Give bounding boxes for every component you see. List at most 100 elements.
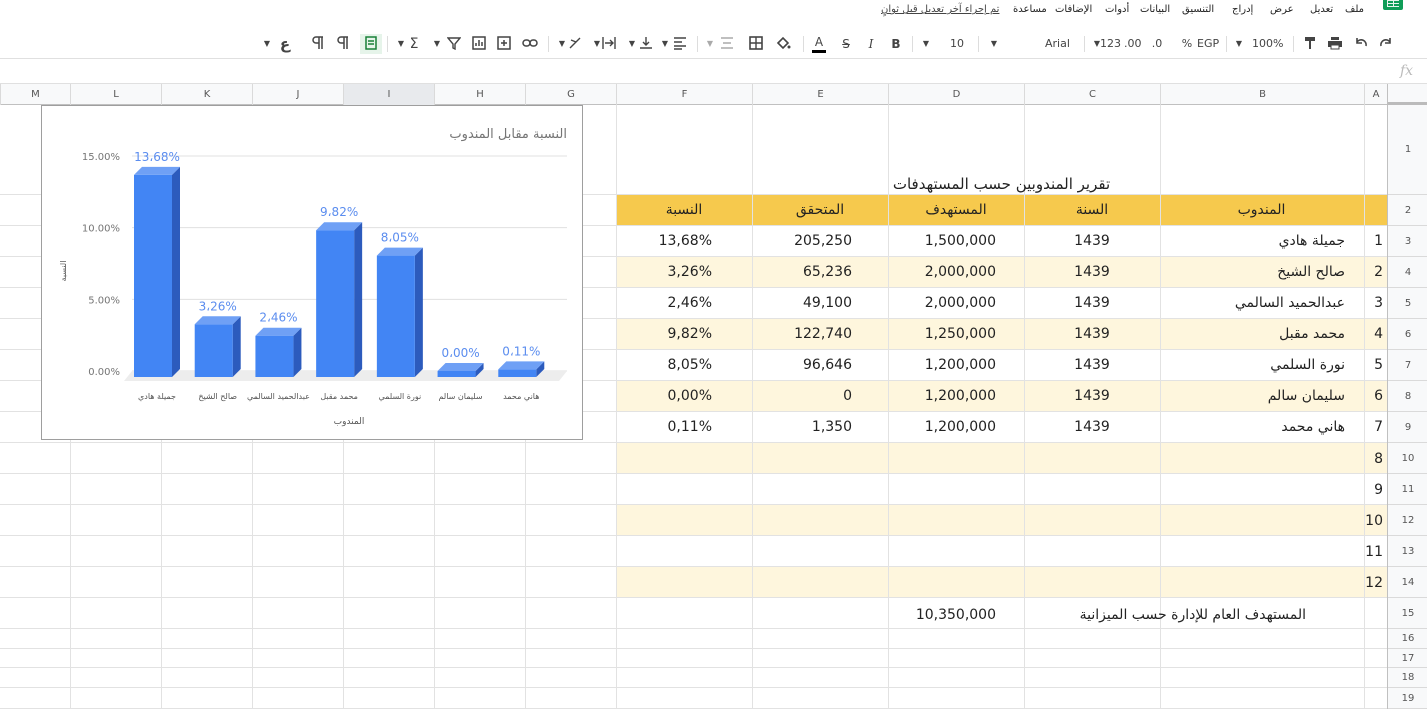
select-all-corner[interactable] xyxy=(1387,84,1427,105)
menu-edit[interactable]: تعديل xyxy=(1310,4,1333,15)
cell-achieved[interactable]: 65,236 xyxy=(752,264,852,280)
ltr-text-icon[interactable] xyxy=(336,34,350,54)
report-title[interactable]: تقرير المندوبين حسب المستهدفات xyxy=(616,175,1387,193)
column-header-L[interactable]: L xyxy=(70,84,161,105)
column-header-B[interactable]: B xyxy=(1160,84,1364,105)
functions-chevron-down-icon[interactable]: ▼ xyxy=(394,34,408,54)
fill-color-icon[interactable] xyxy=(775,34,791,54)
cell-ratio[interactable]: 2,46% xyxy=(616,295,712,311)
row-header-18[interactable]: 18 xyxy=(1388,668,1427,688)
text-wrap-chevron-down-icon[interactable]: ▼ xyxy=(590,34,604,54)
font-family-select[interactable]: Arial xyxy=(1045,34,1070,54)
cell-achieved[interactable]: 0 xyxy=(752,388,852,404)
last-edit-link[interactable]: تم إجراء آخر تعديل قبل ثوانٍ xyxy=(881,4,999,15)
cell-target[interactable]: 1,200,000 xyxy=(888,419,996,435)
row-header-17[interactable]: 17 xyxy=(1388,649,1427,668)
zoom-select[interactable]: 100% xyxy=(1252,34,1283,54)
row-header-12[interactable]: 12 xyxy=(1388,505,1427,536)
total-label[interactable]: المستهدف العام للإدارة حسب الميزانية xyxy=(1060,607,1306,623)
column-header-H[interactable]: H xyxy=(434,84,525,105)
cell-achieved[interactable]: 205,250 xyxy=(752,233,852,249)
cell-year[interactable]: 1439 xyxy=(1024,357,1160,373)
menu-addons[interactable]: الإضافات xyxy=(1055,4,1092,15)
italic-button[interactable]: I xyxy=(864,34,878,54)
cell-year[interactable]: 1439 xyxy=(1024,233,1160,249)
merge-cells-icon[interactable] xyxy=(720,34,734,54)
cell-target[interactable]: 1,500,000 xyxy=(888,233,996,249)
increase-decimal-button[interactable]: .00 xyxy=(1124,34,1142,54)
row-header-8[interactable]: 8 xyxy=(1388,381,1427,412)
cell-year[interactable]: 1439 xyxy=(1024,326,1160,342)
column-header-M[interactable]: M xyxy=(0,84,70,105)
merge-chevron-down-icon[interactable]: ▼ xyxy=(703,34,717,54)
cell-rep[interactable]: صالح الشيخ xyxy=(1160,264,1345,280)
row-number[interactable]: 9 xyxy=(1364,482,1383,498)
menu-format[interactable]: التنسيق xyxy=(1182,4,1214,15)
horizontal-align-icon[interactable] xyxy=(673,34,687,54)
column-header-D[interactable]: D xyxy=(888,84,1024,105)
total-value[interactable]: 10,350,000 xyxy=(888,607,996,623)
redo-icon[interactable] xyxy=(1378,34,1394,54)
column-header-E[interactable]: E xyxy=(752,84,888,105)
row-header-6[interactable]: 6 xyxy=(1388,319,1427,350)
cell-target[interactable]: 1,250,000 xyxy=(888,326,996,342)
input-tools-chevron-down-icon[interactable]: ▼ xyxy=(260,34,274,54)
row-number[interactable]: 11 xyxy=(1364,544,1383,560)
menu-tools[interactable]: أدوات xyxy=(1105,4,1129,15)
cell-rep[interactable]: محمد مقبل xyxy=(1160,326,1345,342)
paint-format-icon[interactable] xyxy=(1303,34,1317,54)
cell-achieved[interactable]: 49,100 xyxy=(752,295,852,311)
cell-achieved[interactable]: 122,740 xyxy=(752,326,852,342)
cell-rep[interactable]: عبدالحميد السالمي xyxy=(1160,295,1345,311)
cell-ratio[interactable]: 0,11% xyxy=(616,419,712,435)
row-number[interactable]: 12 xyxy=(1364,575,1383,591)
cell-target[interactable]: 2,000,000 xyxy=(888,264,996,280)
currency-format-button[interactable]: EGP xyxy=(1197,34,1219,54)
row-number[interactable]: 6 xyxy=(1364,388,1383,404)
row-header-4[interactable]: 4 xyxy=(1388,257,1427,288)
cell-ratio[interactable]: 8,05% xyxy=(616,357,712,373)
bold-button[interactable]: B xyxy=(889,34,903,54)
print-icon[interactable] xyxy=(1327,34,1343,54)
row-number[interactable]: 5 xyxy=(1364,357,1383,373)
formula-input[interactable] xyxy=(0,62,1390,82)
header-target[interactable]: المستهدف xyxy=(888,202,1024,218)
zoom-chevron-down-icon[interactable]: ▼ xyxy=(1232,34,1246,54)
row-header-2[interactable]: 2 xyxy=(1388,195,1427,226)
sheets-logo-icon[interactable] xyxy=(1383,0,1403,10)
column-header-K[interactable]: K xyxy=(161,84,252,105)
vertical-align-icon[interactable] xyxy=(639,34,653,54)
cell-rep[interactable]: جميلة هادي xyxy=(1160,233,1345,249)
font-size-chevron-down-icon[interactable]: ▼ xyxy=(919,34,933,54)
menu-data[interactable]: البيانات xyxy=(1140,4,1170,15)
cell-target[interactable]: 1,200,000 xyxy=(888,357,996,373)
row-header-10[interactable]: 10 xyxy=(1388,443,1427,474)
font-size-select[interactable]: 10 xyxy=(950,34,964,54)
vertical-align-chevron-down-icon[interactable]: ▼ xyxy=(625,34,639,54)
insert-chart-icon[interactable] xyxy=(472,34,486,54)
filter-chevron-down-icon[interactable]: ▼ xyxy=(430,34,444,54)
input-tools-button[interactable]: ع xyxy=(278,34,292,54)
row-header-13[interactable]: 13 xyxy=(1388,536,1427,567)
row-header-11[interactable]: 11 xyxy=(1388,474,1427,505)
column-header-A[interactable]: A xyxy=(1364,84,1387,105)
horizontal-align-chevron-down-icon[interactable]: ▼ xyxy=(658,34,672,54)
row-header-16[interactable]: 16 xyxy=(1388,629,1427,649)
percent-format-button[interactable]: % xyxy=(1180,34,1194,54)
cell-ratio[interactable]: 0,00% xyxy=(616,388,712,404)
cell-year[interactable]: 1439 xyxy=(1024,388,1160,404)
row-header-3[interactable]: 3 xyxy=(1388,226,1427,257)
column-header-G[interactable]: G xyxy=(525,84,616,105)
column-header-F[interactable]: F xyxy=(616,84,752,105)
row-number[interactable]: 8 xyxy=(1364,451,1383,467)
menu-file[interactable]: ملف xyxy=(1345,4,1364,15)
text-color-button[interactable]: A xyxy=(812,34,826,53)
undo-icon[interactable] xyxy=(1353,34,1369,54)
cell-achieved[interactable]: 96,646 xyxy=(752,357,852,373)
cell-rep[interactable]: هاني محمد xyxy=(1160,419,1345,435)
column-header-J[interactable]: J xyxy=(252,84,343,105)
row-header-1[interactable]: 1 xyxy=(1388,105,1427,195)
cell-year[interactable]: 1439 xyxy=(1024,295,1160,311)
cell-achieved[interactable]: 1,350 xyxy=(752,419,852,435)
text-wrap-icon[interactable] xyxy=(602,34,616,54)
